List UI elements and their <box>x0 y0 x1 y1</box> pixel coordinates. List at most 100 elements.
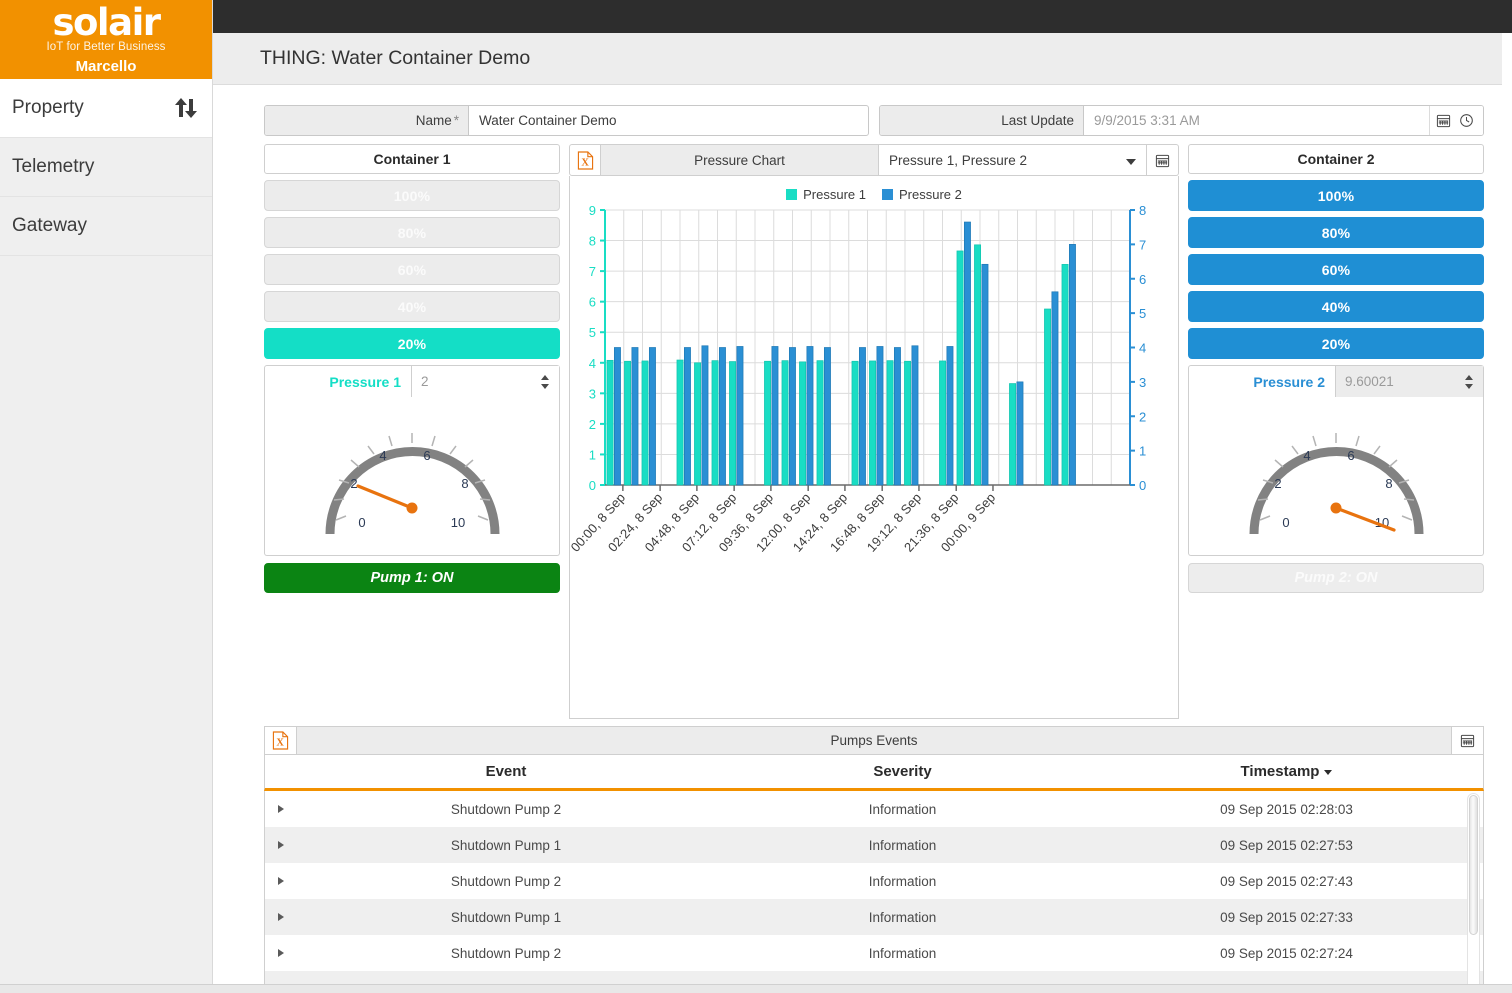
chart-series-select[interactable]: Pressure 1, Pressure 2 <box>879 144 1147 176</box>
row-expander[interactable] <box>265 877 297 885</box>
pressure-1-value[interactable]: 2 <box>411 366 559 397</box>
svg-text:1: 1 <box>1139 444 1146 459</box>
svg-text:X: X <box>581 157 589 168</box>
cell-event: Shutdown Pump 1 <box>450 909 562 925</box>
svg-text:3: 3 <box>589 386 596 401</box>
last-update-field: Last Update 9/9/2015 3:31 AM <box>879 105 1484 136</box>
calendar-icon <box>1155 154 1170 167</box>
brand-block: solair IoT for Better Business Marcello <box>0 0 212 79</box>
legend-swatch <box>786 189 798 200</box>
spinner-arrows-icon[interactable] <box>1464 374 1474 389</box>
sidebar-filler <box>0 256 212 993</box>
cell-timestamp: 09 Sep 2015 02:27:24 <box>1220 945 1353 961</box>
cell-event: Shutdown Pump 2 <box>450 801 562 817</box>
row-expander[interactable] <box>265 841 297 849</box>
name-input[interactable]: Water Container Demo <box>469 106 868 135</box>
svg-text:1: 1 <box>589 447 596 462</box>
pressure-1-spinbox[interactable]: Pressure 1 2 <box>264 365 560 397</box>
legend-item-pressure-1[interactable]: Pressure 1 <box>786 187 866 202</box>
grid-calendar-button[interactable] <box>1451 727 1483 754</box>
sidebar-item-gateway[interactable]: Gateway <box>0 197 212 256</box>
excel-export-icon: X <box>577 150 593 170</box>
column-header-timestamp-label: Timestamp <box>1240 763 1320 780</box>
svg-text:6: 6 <box>589 295 596 310</box>
row-expander[interactable] <box>265 913 297 921</box>
svg-text:X: X <box>276 738 284 749</box>
expand-row-icon <box>278 805 284 813</box>
legend-label: Pressure 2 <box>899 187 962 202</box>
container-1-panel: Container 1 100% 80% 60% 40% 20% Pressur… <box>264 144 560 719</box>
cell-timestamp: 09 Sep 2015 02:27:43 <box>1220 873 1353 889</box>
chart-body: Pressure 1 Pressure 2 0 1 2 3 4 5 6 7 8 9 0 1 2 3 4 5 6 7… <box>569 176 1179 719</box>
table-row[interactable]: Shutdown Pump 1 Information 09 Sep 2015 02… <box>265 899 1483 935</box>
svg-text:0: 0 <box>1139 478 1146 493</box>
container-1-level-40[interactable]: 40% <box>264 291 560 322</box>
last-update-icon-group <box>1429 106 1483 135</box>
row-expander[interactable] <box>265 805 297 813</box>
svg-text:7: 7 <box>589 264 596 279</box>
column-header-severity[interactable]: Severity <box>715 763 1090 780</box>
cell-severity: Information <box>868 909 937 925</box>
container-1-level-60[interactable]: 60% <box>264 254 560 285</box>
clock-icon[interactable] <box>1459 113 1474 128</box>
pressure-2-spinbox[interactable]: Pressure 2 9.60021 <box>1188 365 1484 397</box>
chevron-down-icon[interactable] <box>1126 153 1136 168</box>
cell-severity: Information <box>868 837 937 853</box>
container-1-level-80[interactable]: 80% <box>264 217 560 248</box>
pump-2-button[interactable]: Pump 2: ON <box>1188 563 1484 593</box>
legend-item-pressure-2[interactable]: Pressure 2 <box>882 187 962 202</box>
pressure-2-label: Pressure 2 <box>1253 373 1325 390</box>
grid-scrollbar-thumb[interactable] <box>1469 795 1478 935</box>
container-2-level-100[interactable]: 100% <box>1188 180 1484 211</box>
expand-row-icon <box>278 877 284 885</box>
pressure-chart-panel: X Pressure Chart Pressure 1, Pressure 2 <box>569 144 1179 719</box>
sidebar: solair IoT for Better Business Marcello … <box>0 0 213 993</box>
sidebar-item-property[interactable]: Property <box>0 79 212 138</box>
cell-event: Shutdown Pump 2 <box>450 873 562 889</box>
container-2-level-20[interactable]: 20% <box>1188 328 1484 359</box>
column-header-event[interactable]: Event <box>297 763 715 780</box>
spinner-arrows-icon[interactable] <box>540 374 550 389</box>
chart-plot-area: 0 1 2 3 4 5 6 7 8 9 0 1 2 3 4 5 6 7 8 00:00, 8 Sep 02:24, 8 … <box>570 202 1178 694</box>
cell-timestamp: 09 Sep 2015 02:28:03 <box>1220 801 1353 817</box>
last-update-input[interactable]: 9/9/2015 3:31 AM <box>1084 106 1429 135</box>
svg-text:2: 2 <box>350 476 357 491</box>
main-area: THING: Water Container Demo Name * Water … <box>213 33 1502 993</box>
sync-icon[interactable] <box>174 97 198 119</box>
chart-calendar-button[interactable] <box>1147 144 1179 176</box>
row-expander[interactable] <box>265 949 297 957</box>
table-row[interactable]: Shutdown Pump 2 Information 09 Sep 2015 02… <box>265 791 1483 827</box>
container-2-level-60[interactable]: 60% <box>1188 254 1484 285</box>
svg-text:8: 8 <box>589 234 596 249</box>
table-row[interactable]: Shutdown Pump 2 Information 09 Sep 2015 02… <box>265 863 1483 899</box>
cell-severity: Information <box>868 801 937 817</box>
gauge-1-svg: 0 2 4 6 8 10 <box>325 433 499 535</box>
chart-series-select-value: Pressure 1, Pressure 2 <box>889 152 1028 168</box>
expand-row-icon <box>278 949 284 957</box>
grid-export-excel-icon[interactable]: X <box>265 727 297 754</box>
container-2-title: Container 2 <box>1188 144 1484 174</box>
calendar-icon[interactable] <box>1436 113 1451 128</box>
svg-text:5: 5 <box>589 325 596 340</box>
table-row[interactable]: Shutdown Pump 2 Information 09 Sep 2015 02… <box>265 935 1483 971</box>
cell-event: Shutdown Pump 2 <box>450 945 562 961</box>
container-2-level-80[interactable]: 80% <box>1188 217 1484 248</box>
pump-1-button[interactable]: Pump 1: ON <box>264 563 560 593</box>
container-1-level-100[interactable]: 100% <box>264 180 560 211</box>
svg-text:8: 8 <box>461 476 468 491</box>
legend-label: Pressure 1 <box>803 187 866 202</box>
container-2-level-40[interactable]: 40% <box>1188 291 1484 322</box>
grid-column-headers: Event Severity Timestamp <box>264 755 1484 791</box>
sidebar-item-telemetry[interactable]: Telemetry <box>0 138 212 197</box>
container-2-panel: Container 2 100% 80% 60% 40% 20% Pressur… <box>1188 144 1484 719</box>
column-header-timestamp[interactable]: Timestamp <box>1090 763 1483 780</box>
chart-export-excel-icon[interactable]: X <box>569 144 601 176</box>
grid-toolbar: X Pumps Events <box>264 726 1484 755</box>
pressure-2-value[interactable]: 9.60021 <box>1335 366 1483 397</box>
svg-text:4: 4 <box>1303 448 1310 463</box>
name-field[interactable]: Name * Water Container Demo <box>264 105 869 136</box>
table-row[interactable]: Shutdown Pump 1 Information 09 Sep 2015 02… <box>265 827 1483 863</box>
grid-vertical-scrollbar[interactable] <box>1467 793 1480 993</box>
svg-text:6: 6 <box>1347 448 1354 463</box>
container-1-level-20[interactable]: 20% <box>264 328 560 359</box>
